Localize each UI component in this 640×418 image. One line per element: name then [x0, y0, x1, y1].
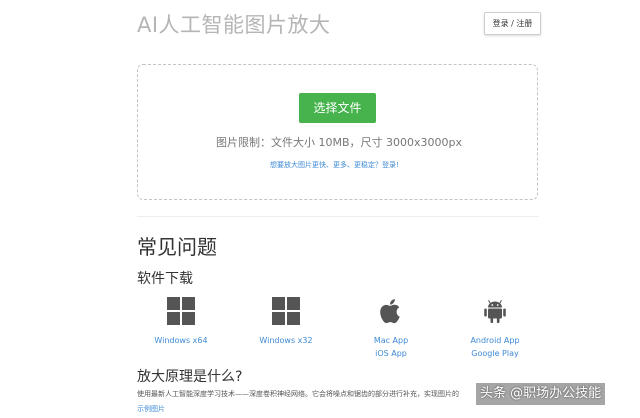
principle-heading: 放大原理是什么? — [137, 369, 243, 385]
image-limit-text: 图片限制：文件大小 10MB，尺寸 3000x3000px — [216, 136, 463, 149]
download-label[interactable]: Android App — [450, 334, 540, 347]
download-label[interactable]: Mac App — [346, 334, 436, 347]
download-label-secondary[interactable]: iOS App — [346, 347, 436, 360]
software-download-heading: 软件下载 — [137, 271, 193, 287]
faq-heading: 常见问题 — [137, 235, 217, 259]
upload-drop-zone[interactable] — [137, 64, 538, 200]
page: AI人工智能图片放大 登录 / 注册 选择文件 图片限制：文件大小 10MB，尺… — [0, 0, 640, 418]
download-mac-ios[interactable]: Mac App iOS App — [346, 296, 436, 360]
download-android[interactable]: Android App Google Play — [450, 296, 540, 360]
apple-icon — [380, 299, 400, 324]
download-label[interactable]: Windows x32 — [241, 334, 331, 347]
download-windows-x64[interactable]: Windows x64 — [136, 296, 226, 347]
section-divider — [137, 216, 539, 217]
login-register-button[interactable]: 登录 / 注册 — [484, 12, 541, 35]
site-title: AI人工智能图片放大 — [137, 13, 331, 37]
download-label[interactable]: Windows x64 — [136, 334, 226, 347]
windows-icon — [272, 297, 300, 325]
windows-icon — [167, 297, 195, 325]
download-windows-x32[interactable]: Windows x32 — [241, 296, 331, 347]
android-icon — [484, 300, 506, 323]
watermark: 头条 @职场办公技能 — [476, 383, 606, 405]
upgrade-login-link[interactable]: 想要放大图片更快、更多、更稳定？登录! — [270, 160, 399, 170]
download-label-secondary[interactable]: Google Play — [450, 347, 540, 360]
choose-file-button[interactable]: 选择文件 — [299, 93, 376, 123]
example-images-link[interactable]: 示例图片 — [137, 404, 165, 414]
